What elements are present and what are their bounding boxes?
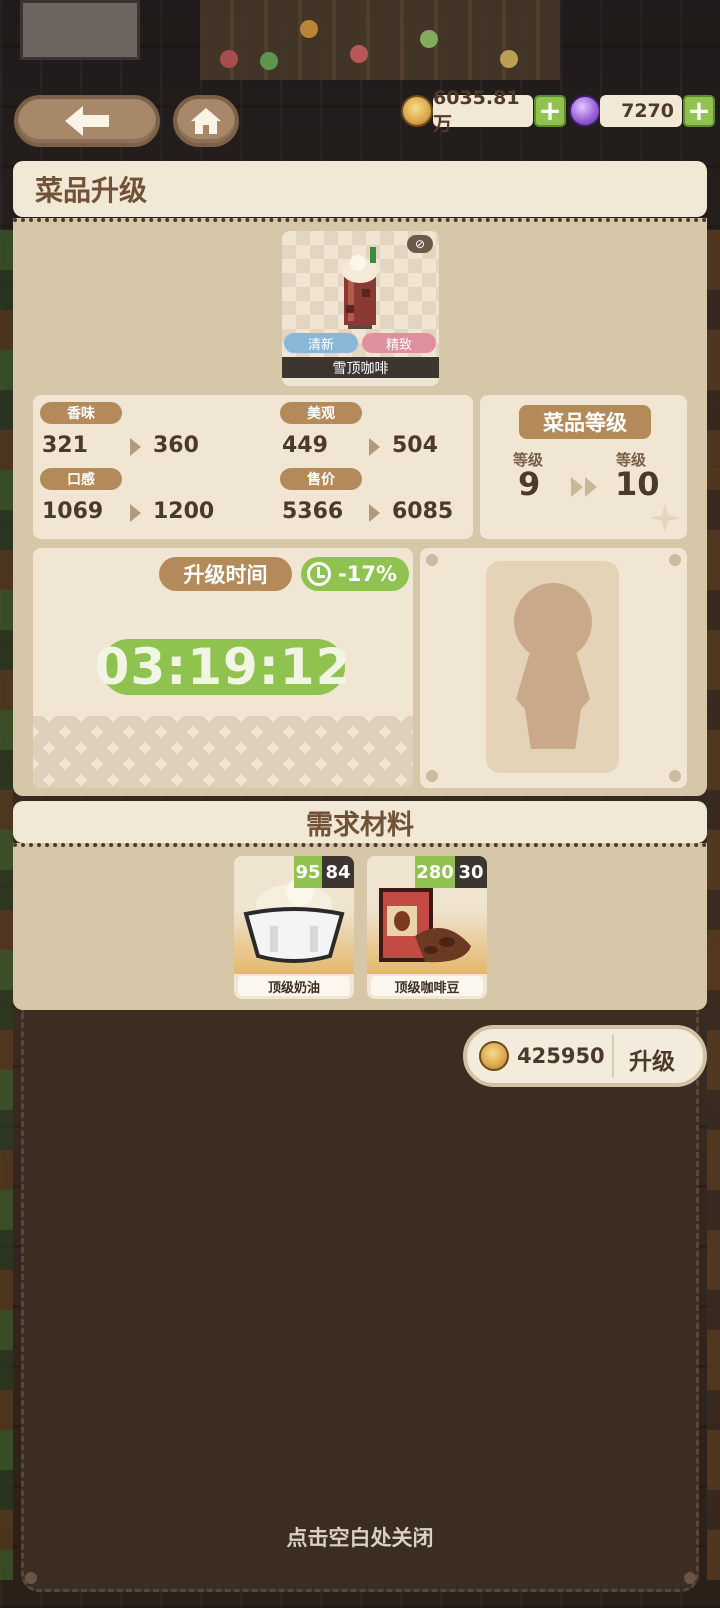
material-card[interactable]: 280 30 顶级咖啡豆 xyxy=(367,856,487,999)
add-coins-button[interactable]: + xyxy=(534,95,566,127)
material-name: 顶级咖啡豆 xyxy=(371,976,483,996)
sparkle-icon xyxy=(650,503,680,533)
panel-title: 菜品升级 xyxy=(13,161,707,217)
stat-appearance-current: 449 xyxy=(282,433,328,458)
material-card[interactable]: 95 84 顶级奶油 xyxy=(234,856,354,999)
corner-dot xyxy=(426,554,438,566)
back-arrow-icon xyxy=(65,106,109,136)
diamond-pattern xyxy=(33,716,413,788)
stat-label-appearance: 美观 xyxy=(280,402,362,424)
material-need-count: 84 xyxy=(322,856,354,888)
stat-aroma-next: 360 xyxy=(153,433,199,458)
back-button[interactable] xyxy=(14,95,160,147)
gem-balance: 7270 xyxy=(600,95,682,127)
corner-dot xyxy=(669,554,681,566)
stat-aroma-current: 321 xyxy=(42,433,88,458)
dish-tag-fine: 精致 xyxy=(362,333,436,353)
gem-icon xyxy=(569,95,601,127)
level-current: 9 xyxy=(518,465,541,503)
arrow-right-icon xyxy=(130,438,141,456)
background-shelf xyxy=(200,0,560,80)
time-discount-badge: -17% xyxy=(301,557,409,591)
coin-icon xyxy=(401,95,433,127)
arrow-right-icon xyxy=(369,504,380,522)
dish-card[interactable]: ⊘ 清新 精致 雪顶咖啡 xyxy=(282,231,439,386)
background-sign xyxy=(20,0,140,60)
upgrade-timer: 03:19:12 xyxy=(94,638,352,696)
home-button[interactable] xyxy=(173,95,239,147)
material-have-count: 95 xyxy=(294,856,322,888)
coin-balance: 6035.81万 xyxy=(433,87,533,135)
dish-tag-fresh: 清新 xyxy=(284,333,358,353)
materials-panel xyxy=(13,843,707,1010)
stat-taste-current: 1069 xyxy=(42,499,104,524)
plus-icon: + xyxy=(687,94,711,127)
edit-icon[interactable]: ⊘ xyxy=(407,235,433,253)
stat-label-aroma: 香味 xyxy=(40,402,122,424)
chef-silhouette-body xyxy=(516,649,590,749)
background-right-decor xyxy=(707,230,720,1580)
corner-dot xyxy=(25,1572,37,1584)
materials-title: 需求材料 xyxy=(13,801,707,843)
level-next: 10 xyxy=(615,465,660,503)
stat-price-next: 6085 xyxy=(392,499,454,524)
chef-slot-box xyxy=(420,548,687,788)
coin-icon xyxy=(479,1041,509,1071)
stat-appearance-next: 504 xyxy=(392,433,438,458)
material-name: 顶级奶油 xyxy=(238,976,350,996)
plus-icon: + xyxy=(538,94,562,127)
time-discount-value: -17% xyxy=(338,562,397,586)
arrow-right-icon xyxy=(130,504,141,522)
clock-icon xyxy=(307,562,331,586)
home-icon xyxy=(191,108,221,134)
iced-coffee-icon xyxy=(342,247,378,329)
upgrade-button[interactable]: 425950 升级 xyxy=(463,1025,707,1087)
stat-label-price: 售价 xyxy=(280,468,362,490)
material-have-count: 280 xyxy=(415,856,455,888)
dish-name: 雪顶咖啡 xyxy=(282,357,439,378)
dish-stats: 香味 321 360 美观 449 504 口感 1069 1200 售价 53… xyxy=(33,395,473,539)
corner-dot xyxy=(669,770,681,782)
upgrade-time-box: 升级时间 -17% 03:19:12 xyxy=(33,548,413,788)
dish-level-title: 菜品等级 xyxy=(519,405,651,439)
background-left-decor xyxy=(0,230,13,1580)
dish-level: 菜品等级 等级 9 等级 10 xyxy=(480,395,687,539)
corner-dot xyxy=(684,1572,696,1584)
upgrade-label: 升级 xyxy=(629,1049,675,1075)
material-need-count: 30 xyxy=(455,856,487,888)
stat-taste-next: 1200 xyxy=(153,499,215,524)
close-backdrop[interactable] xyxy=(21,1010,699,1592)
corner-dot xyxy=(426,770,438,782)
close-hint: 点击空白处关闭 xyxy=(286,1526,434,1550)
stat-price-current: 5366 xyxy=(282,499,344,524)
add-gems-button[interactable]: + xyxy=(683,95,715,127)
arrow-right-icon xyxy=(369,438,380,456)
upgrade-cost: 425950 xyxy=(517,1044,605,1068)
double-arrow-icon xyxy=(571,477,597,497)
coffee-beans-icon xyxy=(379,888,471,963)
stat-label-taste: 口感 xyxy=(40,468,122,490)
divider xyxy=(612,1035,614,1077)
upgrade-time-label: 升级时间 xyxy=(159,557,292,591)
chef-slot[interactable] xyxy=(486,561,619,773)
